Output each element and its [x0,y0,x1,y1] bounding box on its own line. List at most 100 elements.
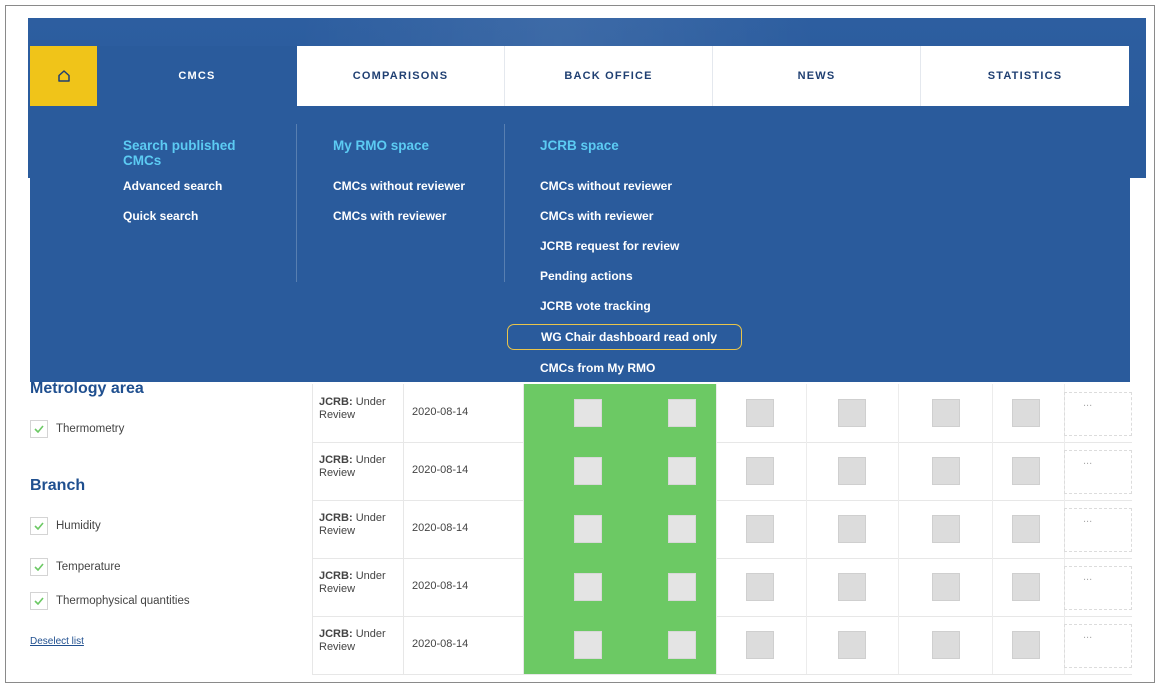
deselect-list-link[interactable]: Deselect list [30,636,84,647]
column-divider [992,384,993,442]
status-checkbox[interactable] [574,457,602,485]
column-divider [992,616,993,674]
advanced-search-link[interactable]: Advanced search [123,176,297,206]
status-checkbox[interactable] [746,457,774,485]
status-checkbox[interactable] [1012,457,1040,485]
status-prefix: JCRB: [319,512,353,524]
date-cell: 2020-08-14 [404,558,524,616]
status-checkbox[interactable] [746,573,774,601]
wg-chair-dashboard-link[interactable]: WG Chair dashboard read only [507,324,742,350]
main-nav: CMCs Comparisons Back office News Statis… [30,46,1130,106]
table-row[interactable]: JCRB: Under Review 2020-08-14... [312,500,1132,559]
rmo-cmcs-without-reviewer-link[interactable]: CMCs without reviewer [333,176,505,206]
status-checkbox[interactable] [574,631,602,659]
status-text-line2: Review [319,467,356,479]
metrology-area-heading: Metrology area [30,380,144,397]
jcrb-cmcs-without-reviewer-link[interactable]: CMCs without reviewer [540,176,765,206]
filter-temperature[interactable]: Temperature [30,558,121,576]
status-checkbox[interactable] [668,573,696,601]
tab-back-office[interactable]: Back office [505,46,713,106]
column-divider [898,442,899,500]
jcrb-space-title: JCRB space [540,138,619,153]
status-text: Under [355,628,386,640]
status-checkbox[interactable] [838,515,866,543]
status-checkbox[interactable] [668,399,696,427]
status-checkbox[interactable] [746,515,774,543]
checkmark-icon [34,563,44,571]
status-cell: JCRB: Under Review [312,558,404,616]
table-row[interactable]: JCRB: Under Review 2020-08-14... [312,384,1132,443]
status-checkbox[interactable] [746,399,774,427]
status-checkbox[interactable] [932,399,960,427]
tab-cmcs[interactable]: CMCs [97,46,297,106]
status-checkbox[interactable] [932,515,960,543]
tab-statistics[interactable]: Statistics [921,46,1129,106]
status-checkbox[interactable] [574,515,602,543]
tab-comparisons[interactable]: Comparisons [297,46,505,106]
jcrb-cmcs-with-reviewer-link[interactable]: CMCs with reviewer [540,206,765,236]
jcrb-request-for-review-link[interactable]: JCRB request for review [540,236,765,266]
status-text-line2: Review [319,583,356,595]
status-checkbox[interactable] [668,457,696,485]
status-cell: JCRB: Under Review [312,442,404,500]
more-actions-button[interactable]: ... [1064,566,1132,610]
home-button[interactable] [30,46,97,106]
status-text: Under [355,454,386,466]
column-divider [898,616,899,674]
filter-thermometry[interactable]: Thermometry [30,420,124,438]
status-checkbox[interactable] [1012,399,1040,427]
menu-column-rmo: My RMO space CMCs without reviewer CMCs … [297,106,505,282]
quick-search-link[interactable]: Quick search [123,206,297,236]
cmcs-dropdown-menu: Search published CMCs Advanced search Qu… [30,106,1130,382]
filter-label: Temperature [56,561,121,573]
filter-thermophysical-quantities[interactable]: Thermophysical quantities [30,592,190,610]
more-actions-button[interactable]: ... [1064,392,1132,436]
date-cell: 2020-08-14 [404,616,524,674]
status-checkbox[interactable] [838,573,866,601]
checkbox[interactable] [30,592,48,610]
rmo-cmcs-with-reviewer-link[interactable]: CMCs with reviewer [333,206,505,236]
status-checkbox[interactable] [746,631,774,659]
menu-column-search: Search published CMCs Advanced search Qu… [97,106,297,282]
more-actions-button[interactable]: ... [1064,508,1132,552]
status-checkbox[interactable] [838,457,866,485]
filter-humidity[interactable]: Humidity [30,517,101,535]
status-checkbox[interactable] [838,631,866,659]
date-cell: 2020-08-14 [404,442,524,500]
pending-actions-link[interactable]: Pending actions [540,266,765,296]
my-rmo-space-title: My RMO space [333,138,430,153]
status-checkbox[interactable] [1012,515,1040,543]
status-checkbox[interactable] [574,573,602,601]
search-published-cmcs-title: Search published CMCs [123,138,236,168]
column-divider [898,384,899,442]
table-row[interactable]: JCRB: Under Review 2020-08-14... [312,558,1132,617]
status-checkbox[interactable] [932,631,960,659]
checkbox[interactable] [30,558,48,576]
menu-column-jcrb: JCRB space CMCs without reviewer CMCs wi… [505,106,765,388]
tab-news[interactable]: News [713,46,921,106]
table-row[interactable]: JCRB: Under Review 2020-08-14... [312,616,1132,675]
filter-label: Humidity [56,520,101,532]
more-actions-button[interactable]: ... [1064,624,1132,668]
status-text: Under [355,570,386,582]
status-checkbox[interactable] [668,515,696,543]
status-checkbox[interactable] [574,399,602,427]
status-checkbox[interactable] [1012,631,1040,659]
column-divider [806,442,807,500]
table-row[interactable]: JCRB: Under Review 2020-08-14... [312,442,1132,501]
status-checkbox[interactable] [932,573,960,601]
column-divider [898,500,899,558]
status-checkbox[interactable] [1012,573,1040,601]
status-checkbox[interactable] [932,457,960,485]
filter-label: Thermophysical quantities [56,595,190,607]
page-frame: CMCs Comparisons Back office News Statis… [5,5,1155,683]
status-checkbox[interactable] [838,399,866,427]
more-actions-button[interactable]: ... [1064,450,1132,494]
jcrb-vote-tracking-link[interactable]: JCRB vote tracking [540,296,765,326]
home-icon [57,70,70,82]
date-cell: 2020-08-14 [404,384,524,442]
checkbox[interactable] [30,420,48,438]
filter-label: Thermometry [56,423,125,435]
status-checkbox[interactable] [668,631,696,659]
checkbox[interactable] [30,517,48,535]
